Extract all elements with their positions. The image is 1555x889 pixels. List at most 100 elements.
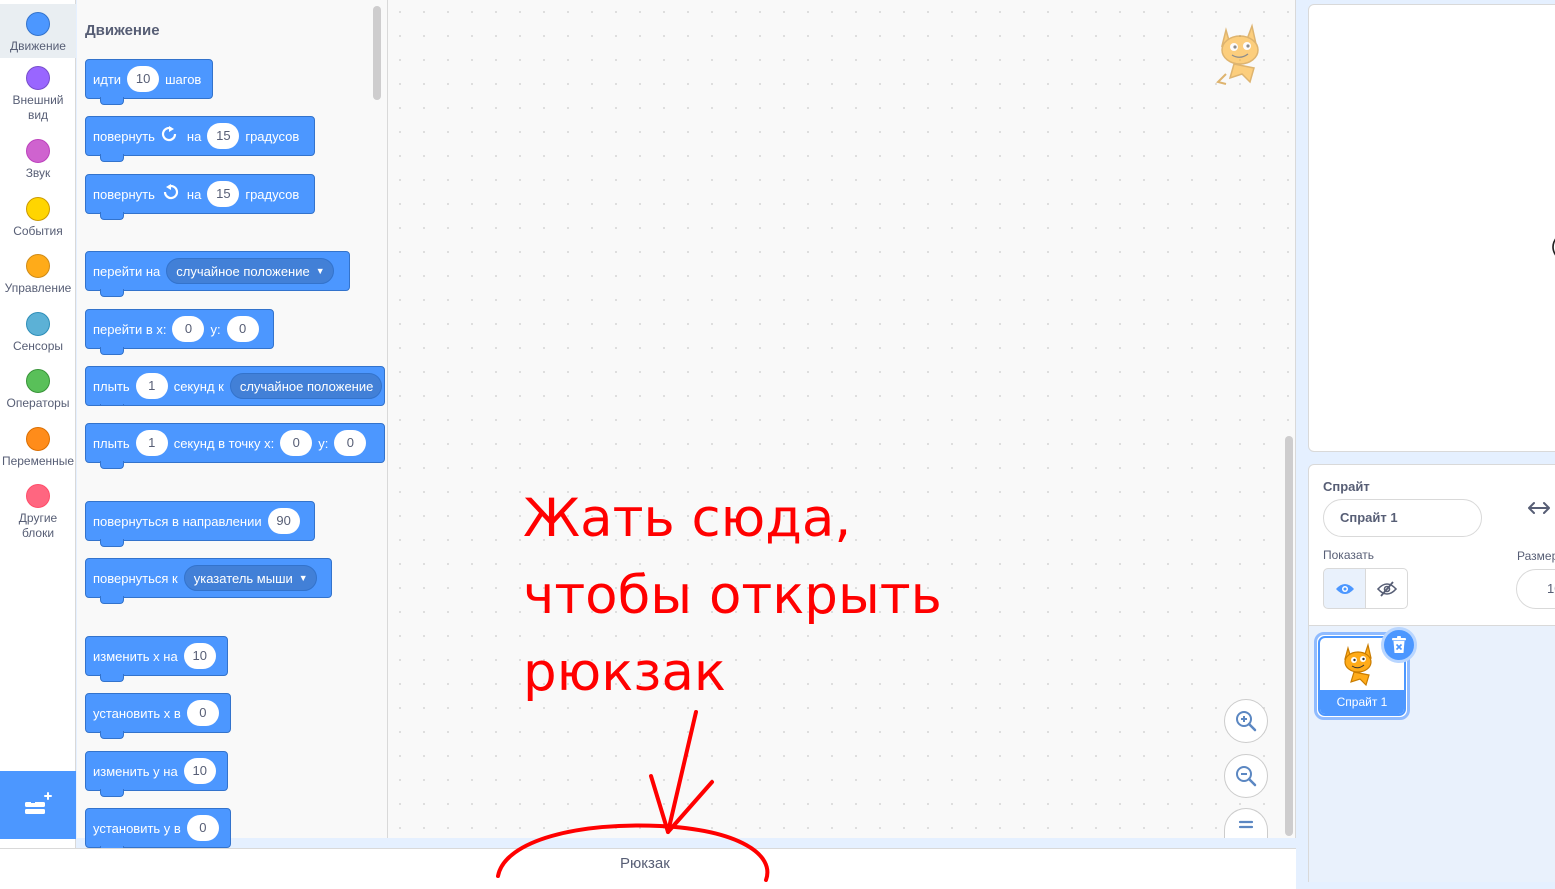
category-my-blocks[interactable]: Другие блоки — [0, 484, 76, 541]
y-change-input[interactable]: 10 — [183, 758, 216, 784]
x-coordinate-icon — [1526, 498, 1552, 523]
category-looks[interactable]: Внешний вид — [0, 66, 76, 123]
y-input[interactable]: 0 — [226, 316, 259, 342]
block-text: идти — [93, 71, 122, 87]
annotation-line: рюкзак — [523, 642, 726, 703]
block-text: секунд к — [173, 378, 224, 394]
zoom-in-button[interactable] — [1224, 699, 1268, 743]
trash-icon — [1392, 636, 1406, 653]
seconds-input[interactable]: 1 — [135, 430, 168, 456]
y-input[interactable]: 0 — [334, 430, 367, 456]
sprite-section-label: Спрайт — [1323, 479, 1370, 494]
block-text: изменить x на — [93, 648, 178, 664]
block-glide-xy[interactable]: плыть 1 секунд в точку x: 0 y: 0 — [85, 423, 385, 469]
delete-sprite-button[interactable] — [1381, 627, 1417, 663]
towards-target-dropdown[interactable]: указатель мыши ▼ — [183, 565, 317, 591]
block-change-x[interactable]: изменить x на 10 — [85, 636, 228, 682]
category-label: Движение — [10, 39, 66, 53]
block-text: шагов — [165, 71, 202, 87]
direction-input[interactable]: 90 — [267, 508, 300, 534]
steps-input[interactable]: 10 — [127, 66, 160, 92]
block-text: градусов — [245, 186, 300, 202]
block-text: градусов — [245, 128, 300, 144]
sound-category-icon — [26, 139, 50, 163]
events-category-icon — [26, 197, 50, 221]
glide-target-dropdown[interactable]: случайное положение — [229, 373, 383, 399]
category-label: Внешний вид — [12, 93, 64, 122]
block-text: плыть — [93, 435, 130, 451]
hide-sprite-button[interactable] — [1365, 568, 1408, 609]
block-goto[interactable]: перейти на случайное положение ▼ — [85, 251, 350, 297]
category-label: Управление — [4, 281, 72, 295]
category-menu: Движение Внешний вид Звук События Управл… — [0, 0, 76, 882]
category-control[interactable]: Управление — [0, 254, 76, 296]
y-value-input[interactable]: 0 — [186, 815, 219, 841]
x-value-input[interactable]: 0 — [186, 700, 219, 726]
equals-icon — [1238, 820, 1254, 829]
variables-category-icon — [26, 427, 50, 451]
show-label: Показать — [1323, 548, 1375, 562]
degrees-input[interactable]: 15 — [207, 181, 240, 207]
category-motion[interactable]: Движение — [0, 4, 76, 58]
category-operators[interactable]: Операторы — [0, 369, 76, 411]
block-set-x[interactable]: установить x в 0 — [85, 693, 231, 739]
add-extension-button[interactable] — [0, 771, 76, 839]
x-input[interactable]: 0 — [172, 316, 205, 342]
block-text: установить x в — [93, 705, 181, 721]
rotate-left-icon — [161, 184, 179, 204]
degrees-input[interactable]: 15 — [207, 123, 240, 149]
looks-category-icon — [26, 66, 50, 90]
show-sprite-button[interactable] — [1323, 568, 1366, 609]
block-glide-to[interactable]: плыть 1 секунд к случайное положение — [85, 366, 385, 406]
block-goto-xy[interactable]: перейти в x: 0 y: 0 — [85, 309, 274, 355]
eye-slash-icon — [1376, 580, 1397, 597]
current-sprite-icon — [1212, 22, 1274, 90]
category-label: Переменные — [1, 454, 75, 468]
block-point-towards[interactable]: повернуться к указатель мыши ▼ — [85, 558, 332, 604]
category-sound[interactable]: Звук — [0, 139, 76, 181]
motion-category-icon — [26, 12, 50, 36]
annotation-line: Жать сюда, — [523, 488, 852, 549]
zoom-in-icon — [1236, 711, 1257, 732]
category-label: Звук — [25, 166, 51, 180]
block-text: секунд в точку x: — [173, 435, 275, 451]
block-text: перейти на — [93, 263, 161, 279]
x-change-input[interactable]: 10 — [183, 643, 216, 669]
backpack-toggle[interactable]: Рюкзак — [620, 855, 670, 872]
sprite-name-input[interactable]: Спрайт 1 — [1323, 499, 1482, 537]
workspace-scrollbar[interactable] — [1285, 436, 1293, 836]
stage[interactable] — [1308, 4, 1555, 452]
stage-sprite-edge — [1552, 238, 1555, 256]
script-workspace[interactable] — [388, 0, 1296, 838]
block-set-y[interactable]: установить y в 0 — [85, 808, 231, 854]
category-label: Сенсоры — [12, 339, 64, 353]
size-label: Размер — [1517, 549, 1555, 563]
palette-scrollbar[interactable] — [373, 6, 381, 100]
block-text: на — [186, 128, 202, 144]
rotate-right-icon — [161, 126, 179, 146]
block-text: y: — [210, 321, 221, 337]
size-input[interactable]: 10 — [1516, 569, 1555, 609]
category-label: Другие блоки — [18, 511, 58, 540]
block-move-steps[interactable]: идти 10 шагов — [85, 59, 213, 105]
block-text: повернуть — [93, 128, 155, 144]
seconds-input[interactable]: 1 — [135, 373, 168, 399]
block-text: изменить y на — [93, 763, 178, 779]
dropdown-value: случайное положение — [176, 263, 310, 279]
zoom-out-button[interactable] — [1224, 754, 1268, 798]
block-change-y[interactable]: изменить y на 10 — [85, 751, 228, 797]
block-turn-left[interactable]: повернуть на 15 градусов — [85, 174, 315, 220]
block-text: плыть — [93, 378, 130, 394]
annotation-line: чтобы открыть — [523, 565, 942, 626]
block-turn-right[interactable]: повернуть на 15 градусов — [85, 116, 315, 162]
block-point-direction[interactable]: повернуться в направлении 90 — [85, 501, 315, 547]
block-text: повернуться к — [93, 570, 178, 586]
category-events[interactable]: События — [0, 197, 76, 239]
block-text: повернуть — [93, 186, 155, 202]
zoom-out-icon — [1236, 766, 1257, 787]
category-label: Операторы — [6, 396, 70, 410]
category-variables[interactable]: Переменные — [0, 427, 76, 469]
goto-target-dropdown[interactable]: случайное положение ▼ — [166, 258, 334, 284]
x-input[interactable]: 0 — [280, 430, 313, 456]
category-sensing[interactable]: Сенсоры — [0, 312, 76, 354]
